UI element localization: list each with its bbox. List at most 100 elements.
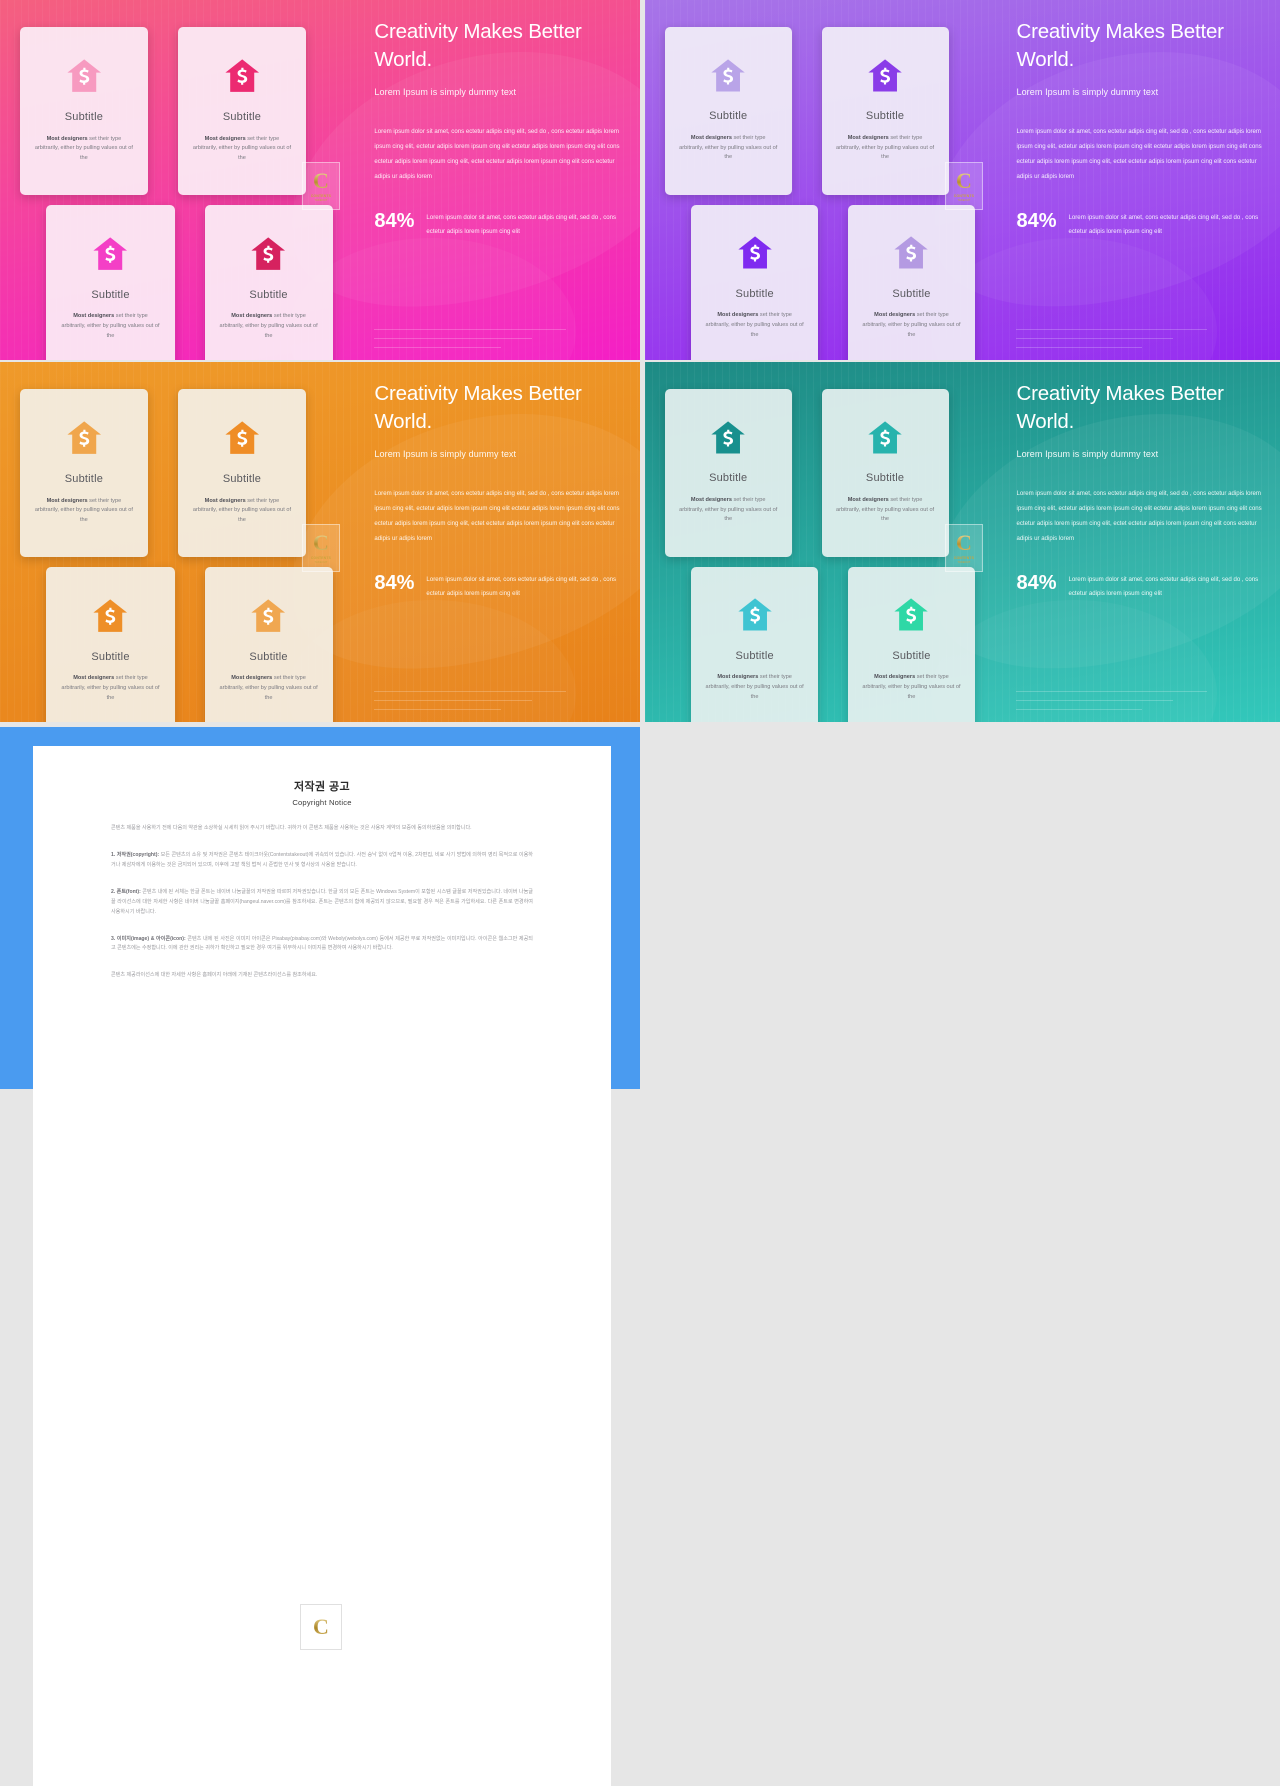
feature-card[interactable]: Subtitle Most designers set their type ar… (204, 204, 333, 360)
card-title: Subtitle (709, 472, 748, 485)
card-body-text: Most designers set their type arbitraril… (705, 312, 804, 338)
watermark-letter: C (956, 168, 972, 193)
feature-card[interactable]: Subtitle Most designers set their type ar… (821, 27, 949, 196)
card-body-text: Most designers set their type arbitraril… (835, 496, 935, 523)
card-body-bold: Most designers (847, 134, 889, 141)
feature-card[interactable]: Subtitle Most designers set their type ar… (664, 389, 792, 558)
contents-takeout-watermark-icon: C CONTENTS TAKEOUT (945, 524, 983, 572)
stat-percentage: 84% (374, 571, 415, 594)
slide-headline: Creativity Makes Better World. (1016, 382, 1224, 434)
slide-text-column: Creativity Makes Better World. Lorem Ipsu… (374, 18, 624, 240)
feature-card[interactable]: Subtitle Most designers set their type ar… (204, 566, 333, 722)
feature-card[interactable]: Subtitle Most designers set their type ar… (847, 566, 976, 722)
feature-card[interactable]: Subtitle Most designers set their type ar… (19, 27, 148, 196)
card-body-bold: Most designers (874, 312, 916, 319)
slide-text-column: Creativity Makes Better World. Lorem Ipsu… (1016, 18, 1264, 240)
contents-takeout-watermark-icon: C CONTENTS TAKEOUT (302, 524, 340, 572)
doc-item-3: 3. 이미지(image) & 아이콘(icon): 콘텐츠 내에 된 사진은 … (111, 935, 533, 955)
card-title: Subtitle (91, 288, 130, 301)
doc-item-2: 2. 폰트(font): 콘텐츠 내에 된 서체는 한글 폰트는 네이버 나눔글… (111, 888, 533, 918)
house-dollar-icon (93, 237, 128, 270)
doc-item-1: 1. 저작권(copyright): 모든 콘텐츠의 소유 및 저작권은 콘텐츠… (111, 851, 533, 871)
house-dollar-icon (894, 598, 929, 632)
slide-paragraph: Lorem ipsum dolor sit amet, cons ectetur… (374, 490, 620, 542)
stat-description: Lorem ipsum dolor sit amet, cons ectetur… (426, 213, 617, 236)
stat-row: 84% Lorem ipsum dolor sit amet, cons ecte… (374, 211, 624, 240)
watermark-line2: TAKEOUT (314, 198, 328, 202)
feature-card[interactable]: Subtitle Most designers set their type ar… (177, 389, 307, 558)
feature-card[interactable]: Subtitle Most designers set their type ar… (46, 204, 175, 360)
slide-subheadline: Lorem Ipsum is simply dummy text (1016, 449, 1159, 460)
slide-thumbnail-grid: Subtitle Most designers set their type ar… (0, 0, 1280, 1786)
doc-item-2-label: 2. 폰트(font): (111, 888, 141, 895)
doc-title-korean: 저작권 공고 (293, 781, 351, 793)
card-body-bold: Most designers (46, 135, 88, 142)
slide-subheadline: Lorem Ipsum is simply dummy text (1016, 87, 1159, 98)
slide-subheadline: Lorem Ipsum is simply dummy text (374, 87, 517, 98)
feature-card[interactable]: Subtitle Most designers set their type ar… (177, 27, 307, 196)
contents-takeout-watermark-icon: C (300, 1604, 342, 1650)
watermark-line2: TAKEOUT (314, 560, 328, 564)
card-title: Subtitle (735, 649, 774, 662)
doc-item-1-label: 1. 저작권(copyright): (111, 851, 160, 858)
card-title: Subtitle (709, 110, 748, 123)
card-body-text: Most designers set their type arbitraril… (862, 674, 961, 700)
slide-paragraph: Lorem ipsum dolor sit amet, cons ectetur… (374, 128, 620, 180)
watermark-letter: C (313, 530, 329, 555)
watermark-line2: TAKEOUT (957, 560, 971, 564)
stat-row: 84% Lorem ipsum dolor sit amet, cons ecte… (1016, 211, 1264, 240)
slide-headline: Creativity Makes Better World. (374, 382, 582, 434)
doc-item-3-label: 3. 이미지(image) & 아이콘(icon): (111, 935, 186, 942)
slide-text-column: Creativity Makes Better World. Lorem Ipsu… (1016, 380, 1264, 602)
slide-decor-lines (374, 691, 567, 718)
copyright-notice-tile[interactable]: 저작권 공고 Copyright Notice 콘텐츠 제품을 사용하기 전에 … (0, 727, 640, 1786)
stat-description: Lorem ipsum dolor sit amet, cons ectetur… (1068, 575, 1259, 598)
slide-headline: Creativity Makes Better World. (1016, 20, 1224, 72)
stat-row: 84% Lorem ipsum dolor sit amet, cons ecte… (374, 573, 624, 602)
watermark-line2: TAKEOUT (957, 198, 971, 202)
watermark-letter: C (956, 530, 972, 555)
feature-card[interactable]: Subtitle Most designers set their type ar… (46, 566, 175, 722)
slide-paragraph: Lorem ipsum dolor sit amet, cons ectetur… (1016, 128, 1262, 180)
card-body-bold: Most designers (717, 674, 759, 681)
doc-item-2-text: 콘텐츠 내에 된 서체는 한글 폰트는 네이버 나눔글꼴의 저작권을 따르며 저… (111, 888, 533, 915)
card-title: Subtitle (64, 111, 104, 124)
house-dollar-icon (894, 236, 929, 270)
slide-purple[interactable]: Subtitle Most designers set their type ar… (645, 0, 1280, 360)
card-body-bold: Most designers (231, 313, 273, 320)
card-title: Subtitle (735, 287, 774, 300)
card-title: Subtitle (249, 650, 288, 663)
stat-row: 84% Lorem ipsum dolor sit amet, cons ecte… (1016, 573, 1264, 602)
card-body-bold: Most designers (847, 496, 889, 503)
house-dollar-icon (225, 59, 259, 93)
watermark-letter: C (313, 1614, 329, 1639)
slide-orange[interactable]: Subtitle Most designers set their type ar… (0, 362, 640, 722)
slide-pink[interactable]: Subtitle Most designers set their type ar… (0, 0, 640, 360)
card-body-text: Most designers set their type arbitraril… (34, 135, 133, 162)
feature-card[interactable]: Subtitle Most designers set their type ar… (19, 389, 148, 558)
card-title: Subtitle (222, 111, 262, 124)
card-title: Subtitle (865, 110, 905, 123)
feature-card[interactable]: Subtitle Most designers set their type ar… (664, 27, 792, 196)
card-title: Subtitle (892, 649, 931, 662)
slide-teal[interactable]: Subtitle Most designers set their type ar… (645, 362, 1280, 722)
house-dollar-icon (67, 421, 101, 455)
doc-footer-paragraph: 콘텐츠 제공라이선스에 대한 자세한 사항은 홈페이지 아래에 기재된 콘텐츠라… (111, 972, 318, 979)
card-body-text: Most designers set their type arbitraril… (705, 674, 804, 700)
slide-decor-lines (1016, 329, 1207, 356)
house-dollar-icon (737, 236, 772, 270)
card-body-text: Most designers set their type arbitraril… (192, 497, 292, 524)
card-title: Subtitle (222, 473, 262, 486)
house-dollar-icon (711, 421, 745, 454)
house-dollar-icon (93, 599, 128, 632)
contents-takeout-watermark-icon: C CONTENTS TAKEOUT (302, 162, 340, 210)
feature-card[interactable]: Subtitle Most designers set their type ar… (821, 389, 949, 558)
card-body-text: Most designers set their type arbitraril… (219, 313, 318, 339)
feature-card[interactable]: Subtitle Most designers set their type ar… (691, 204, 819, 360)
house-dollar-icon (868, 59, 902, 92)
card-body-bold: Most designers (717, 312, 759, 319)
card-body-bold: Most designers (690, 134, 732, 141)
feature-card[interactable]: Subtitle Most designers set their type ar… (691, 566, 819, 722)
slide-decor-lines (1016, 691, 1207, 718)
feature-card[interactable]: Subtitle Most designers set their type ar… (847, 204, 976, 360)
